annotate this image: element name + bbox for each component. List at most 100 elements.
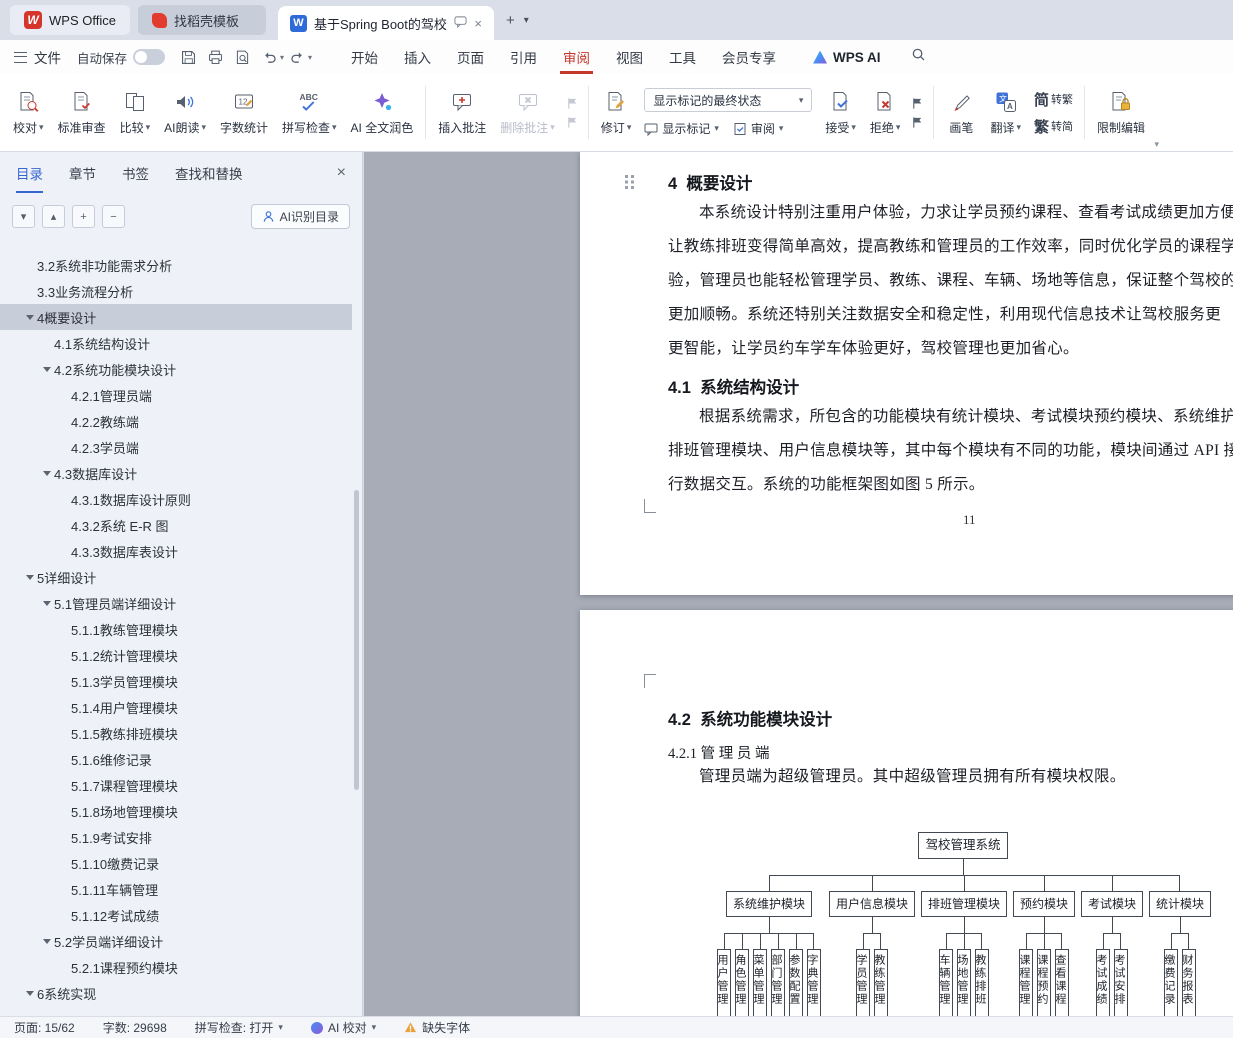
toc-caret-icon[interactable] (24, 278, 37, 304)
accept-button[interactable]: 接受 ▾ (818, 86, 863, 140)
toc-item[interactable]: 5.1.6维修记录 (0, 746, 352, 772)
page-2[interactable]: 4.2 系统功能模块设计 4.2.1 管 理 员 端 管理员端为超级管理员。其中… (580, 610, 1233, 1016)
toc-caret-icon[interactable] (58, 824, 71, 850)
toc-caret-icon[interactable] (41, 590, 54, 616)
expand-down-button[interactable]: ▾ (12, 205, 35, 228)
toc-item[interactable]: 5.1管理员端详细设计 (0, 590, 352, 616)
diagram-module-node[interactable]: 考试模块 (1081, 891, 1144, 918)
diagram-leaf-node[interactable]: 字典管理 (806, 949, 821, 1016)
next-comment-button[interactable] (566, 116, 579, 129)
toc-item[interactable]: 5.2.1课程预约模块 (0, 954, 352, 980)
diagram-leaf-node[interactable]: 教练排班 (974, 949, 989, 1016)
text-line[interactable]: 排班管理模块、用户信息模块等，其中每个模块有不同的功能，模块间通过 API 接 (668, 434, 1233, 468)
toc-item[interactable]: 4概要设计 (0, 304, 352, 330)
diagram-leaf-node[interactable]: 课程管理 (1018, 949, 1033, 1016)
toc-caret-icon[interactable] (58, 434, 71, 460)
toc-item[interactable]: 4.2.1管理员端 (0, 382, 352, 408)
toc-item[interactable]: 4.3.3数据库表设计 (0, 538, 352, 564)
diagram-module-node[interactable]: 用户信息模块 (828, 891, 915, 918)
diagram-module-node[interactable]: 预约模块 (1012, 891, 1075, 918)
text-line[interactable]: 验，管理员也能轻松管理学员、教练、课程、车辆、场地等信息，保证整个驾校的 (668, 264, 1233, 298)
toc-caret-icon[interactable] (41, 928, 54, 954)
toc-caret-icon[interactable] (58, 902, 71, 928)
toc-caret-icon[interactable] (58, 382, 71, 408)
toc-caret-icon[interactable] (41, 356, 54, 382)
close-tab-icon[interactable]: × (474, 16, 482, 31)
text-line[interactable]: 行数据交互。系统的功能框架图如图 5 所示。 (668, 468, 1233, 502)
track-changes-button[interactable]: 修订 ▾ (594, 86, 639, 140)
file-menu-button[interactable]: 文件 (0, 40, 75, 74)
document-tab[interactable]: W 基于Spring Boot的驾校管理 × (277, 6, 494, 40)
toc-caret-icon[interactable] (58, 798, 71, 824)
toc-caret-icon[interactable] (41, 330, 54, 356)
sidebar-tab[interactable]: 查找和替换 (175, 163, 243, 183)
previous-revision-button[interactable] (911, 97, 924, 110)
toc-item[interactable]: 4.2系统功能模块设计 (0, 356, 352, 382)
toc-item[interactable]: 5.1.1教练管理模块 (0, 616, 352, 642)
review-pane-button[interactable]: 审阅 ▾ (733, 120, 783, 137)
toc-caret-icon[interactable] (58, 538, 71, 564)
menu-tab[interactable]: 页面 (444, 40, 497, 74)
toc-item[interactable]: 4.3.2系统 E-R 图 (0, 512, 352, 538)
save-button[interactable] (175, 45, 202, 69)
heading-4[interactable]: 4 概要设计 (668, 170, 752, 194)
toc-item[interactable]: 5.1.3学员管理模块 (0, 668, 352, 694)
expand-all-button[interactable]: + (72, 205, 95, 228)
page-1[interactable]: 4 概要设计 本系统设计特别注重用户体验，力求让学员预约课程、查看考试成绩更加方… (580, 152, 1233, 595)
menu-tab[interactable]: 视图 (603, 40, 656, 74)
diagram-leaf-node[interactable]: 缴费记录 (1164, 949, 1179, 1016)
text-line[interactable]: 根据系统需求，所包含的功能模块有统计模块、考试模块预约模块、系统维护 (668, 400, 1233, 434)
sidebar-tab[interactable]: 书签 (122, 163, 149, 183)
print-button[interactable] (202, 45, 229, 69)
toc-item[interactable]: 4.1系统结构设计 (0, 330, 352, 356)
docer-template-tab[interactable]: 找稻壳模板 (137, 5, 266, 35)
toc-item[interactable]: 4.3.1数据库设计原则 (0, 486, 352, 512)
toc-item[interactable]: 5.1.4用户管理模块 (0, 694, 352, 720)
toc-item[interactable]: 5.1.11车辆管理 (0, 876, 352, 902)
diagram-leaf-node[interactable]: 用户管理 (716, 949, 731, 1016)
undo-button[interactable] (256, 45, 283, 69)
tab-list-chevron-icon[interactable]: ▾ (524, 15, 529, 26)
toc-caret-icon[interactable] (24, 304, 37, 330)
toc-caret-icon[interactable] (58, 694, 71, 720)
toc-item[interactable]: 4.2.2教练端 (0, 408, 352, 434)
search-button[interactable] (911, 47, 926, 67)
spellcheck-indicator[interactable]: 拼写检查: 打开 ▾ (195, 1019, 283, 1036)
compare-button[interactable]: 比较 ▾ (113, 86, 158, 140)
translate-button[interactable]: 文A 翻译 ▾ (983, 86, 1028, 140)
toc-caret-icon[interactable] (58, 408, 71, 434)
menu-tab[interactable]: 会员专享 (709, 40, 789, 74)
toc-caret-icon[interactable] (24, 252, 37, 278)
collapse-up-button[interactable]: ▴ (42, 205, 65, 228)
markup-state-dropdown[interactable]: 显示标记的最终状态 ▾ (644, 88, 813, 112)
word-count-button[interactable]: 12 字数统计 (213, 86, 275, 140)
diagram-module-node[interactable]: 统计模块 (1149, 891, 1212, 918)
diagram-leaf-node[interactable]: 学员管理 (855, 949, 870, 1016)
wps-home-tab[interactable]: W WPS Office (10, 5, 130, 35)
brush-button[interactable]: 画笔 (939, 86, 983, 140)
toc-caret-icon[interactable] (58, 512, 71, 538)
diagram-leaf-node[interactable]: 参数配置 (788, 949, 803, 1016)
page-indicator[interactable]: 页面: 15/62 (14, 1019, 75, 1036)
toc-item[interactable]: 5.1.8场地管理模块 (0, 798, 352, 824)
ai-proofread-indicator[interactable]: AI 校对 ▾ (310, 1019, 376, 1036)
diagram-leaf-node[interactable]: 课程预约 (1036, 949, 1051, 1016)
toc-caret-icon[interactable] (58, 850, 71, 876)
paragraph-drag-handle-icon[interactable] (624, 174, 635, 195)
next-revision-button[interactable] (911, 116, 924, 129)
print-preview-button[interactable] (229, 45, 256, 69)
toc-item[interactable]: 4.2.3学员端 (0, 434, 352, 460)
diagram-leaf-node[interactable]: 部门管理 (770, 949, 785, 1016)
toc-item[interactable]: 6系统实现 (0, 980, 352, 1006)
text-line[interactable]: 让教练排班变得简单高效，提高教练和管理员的工作效率，同时优化学员的课程学 (668, 230, 1233, 264)
toc-caret-icon[interactable] (58, 668, 71, 694)
diagram-leaf-node[interactable]: 角色管理 (734, 949, 749, 1016)
text-line[interactable]: 更加顺畅。系统还特别关注数据安全和稳定性，利用现代信息技术让驾校服务更 (668, 298, 1233, 332)
diagram-leaf-node[interactable]: 考试安排 (1114, 949, 1128, 1016)
menu-tab[interactable]: 工具 (656, 40, 709, 74)
new-tab-icon[interactable]: + (506, 12, 515, 29)
toc-item[interactable]: 3.2系统非功能需求分析 (0, 252, 352, 278)
diagram-leaf-node[interactable]: 考试成绩 (1096, 949, 1110, 1016)
text-line[interactable]: 本系统设计特别注重用户体验，力求让学员预约课程、查看考试成绩更加方便 (668, 196, 1233, 230)
ai-read-button[interactable]: AI朗读 ▾ (157, 86, 213, 140)
